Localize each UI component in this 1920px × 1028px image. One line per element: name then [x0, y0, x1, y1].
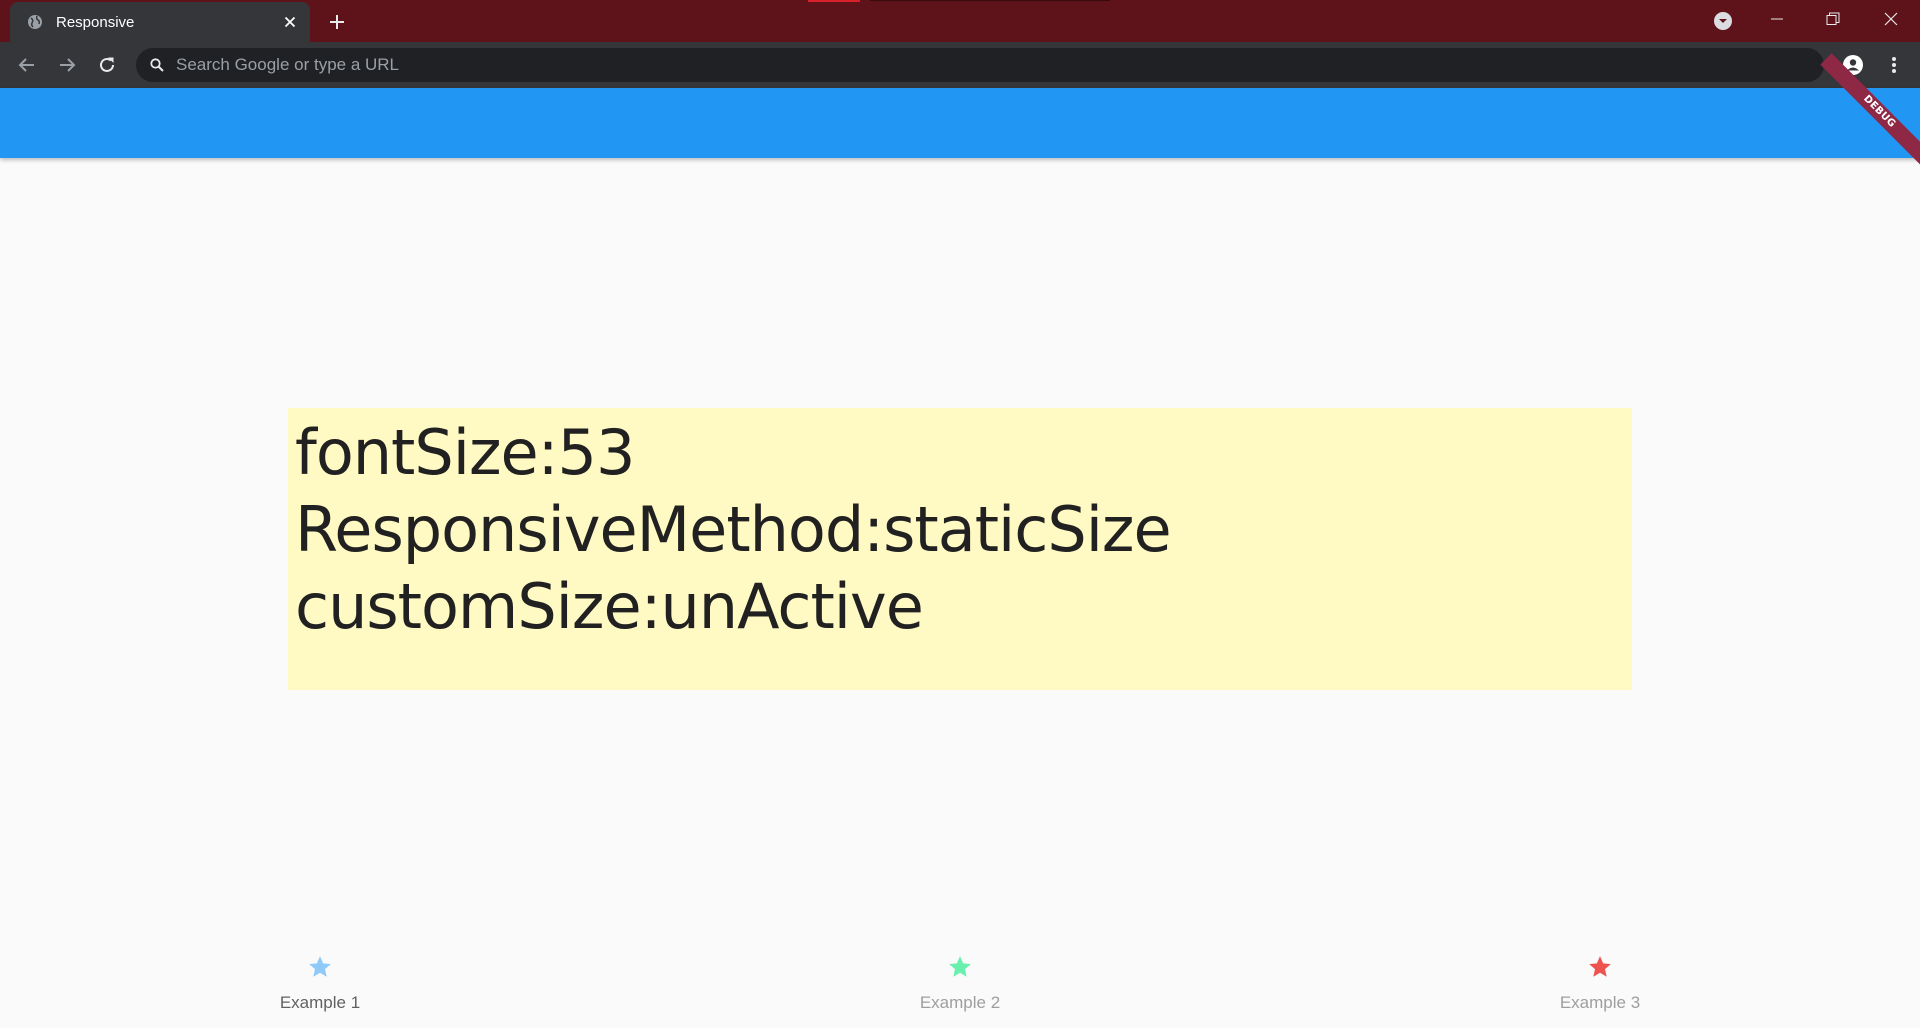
globe-icon — [26, 13, 44, 31]
close-icon[interactable] — [278, 10, 302, 34]
reload-icon[interactable] — [91, 49, 123, 81]
nav-label: Example 3 — [1559, 993, 1641, 1012]
omnibox[interactable] — [136, 48, 1824, 82]
browser-title-bar: Responsive — [0, 0, 1920, 42]
star-icon — [305, 952, 335, 982]
star-icon — [945, 952, 975, 982]
arrow-left-icon[interactable] — [11, 49, 43, 81]
minimize-icon[interactable] — [1754, 0, 1800, 38]
title-bar-accent-secondary — [870, 0, 1110, 1]
kebab-menu-icon[interactable] — [1878, 49, 1910, 81]
arrow-right-icon[interactable] — [51, 49, 83, 81]
custom-size-line: customSize:unActive — [295, 570, 924, 643]
close-icon[interactable] — [1868, 0, 1914, 38]
tab-title: Responsive — [56, 13, 135, 31]
nav-item-example-1[interactable]: Example 1 — [250, 950, 390, 1020]
title-bar-accent — [808, 0, 860, 2]
chevron-down-circle-icon[interactable] — [1710, 8, 1736, 34]
responsive-method-line: ResponsiveMethod:staticSize — [295, 493, 1172, 566]
search-icon — [148, 56, 166, 74]
star-icon — [1585, 952, 1615, 982]
restore-icon[interactable] — [1810, 0, 1856, 38]
nav-label: Example 1 — [279, 993, 361, 1012]
font-size-line: fontSize:53 — [295, 416, 635, 489]
omnibox-input[interactable] — [176, 55, 1676, 75]
main-content: fontSize:53 ResponsiveMethod:staticSize … — [0, 158, 1920, 940]
app-bar — [0, 88, 1920, 158]
nav-label: Example 2 — [919, 993, 1001, 1012]
plus-icon[interactable] — [322, 7, 352, 37]
nav-item-example-3[interactable]: Example 3 — [1530, 950, 1670, 1020]
font-info-box: fontSize:53 ResponsiveMethod:staticSize … — [288, 408, 1632, 690]
bottom-navigation-bar: Example 1 Example 2 Example 3 — [0, 940, 1920, 1028]
nav-item-example-2[interactable]: Example 2 — [890, 950, 1030, 1020]
browser-toolbar — [0, 42, 1920, 88]
browser-tab-responsive[interactable]: Responsive — [10, 2, 310, 42]
